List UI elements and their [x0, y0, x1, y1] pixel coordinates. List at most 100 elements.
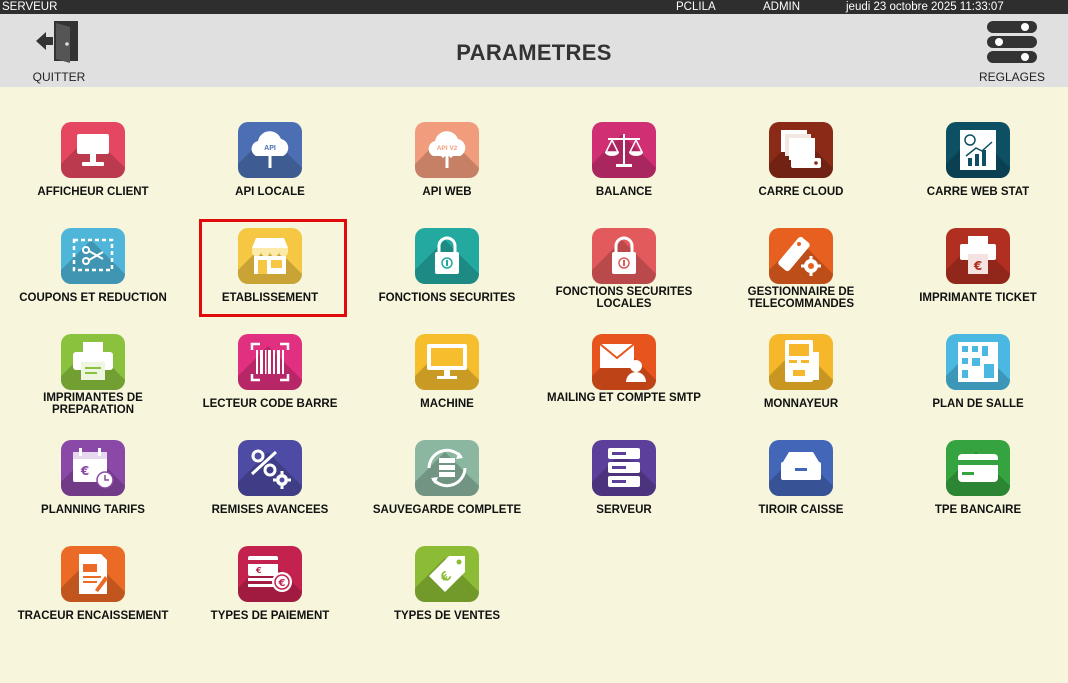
mail-user-icon: [592, 334, 656, 390]
tile-sauvegarde-complete[interactable]: SAUVEGARDE COMPLETE: [359, 436, 535, 540]
cash-machine-icon: [769, 334, 833, 390]
tile-imprimantes-de-preparation[interactable]: IMPRIMANTES DE PREPARATION: [5, 330, 181, 434]
price-tag-icon: €: [415, 546, 479, 602]
tile-monnayeur[interactable]: MONNAYEUR: [713, 330, 889, 434]
tile-label: AFFICHEUR CLIENT: [37, 186, 149, 198]
tile-plan-de-salle[interactable]: PLAN DE SALLE: [890, 330, 1066, 434]
svg-text:€: €: [255, 566, 262, 575]
tile-carre-cloud[interactable]: CARRE CLOUD: [713, 118, 889, 222]
tile-fonctions-securites[interactable]: FONCTIONS SECURITES: [359, 224, 535, 328]
tile-label: COUPONS ET REDUCTION: [19, 292, 167, 304]
tile-label: PLANNING TARIFS: [41, 504, 145, 516]
tile-etablissement[interactable]: ETABLISSEMENT: [182, 224, 358, 328]
tile-label: IMPRIMANTE TICKET: [919, 292, 1037, 304]
api-v2-badge: API V2: [437, 145, 458, 152]
tile-label: TYPES DE VENTES: [393, 610, 501, 622]
tile-balance[interactable]: BALANCE: [536, 118, 712, 222]
tile-mailing-et-compte-smtp[interactable]: MAILING ET COMPTE SMTP: [536, 330, 712, 434]
tile-serveur[interactable]: SERVEUR: [536, 436, 712, 540]
monitor-icon: [415, 334, 479, 390]
calendar-euro-icon: €: [61, 440, 125, 496]
tile-types-de-ventes[interactable]: € TYPES DE VENTES: [359, 542, 535, 646]
tile-lecteur-code-barre[interactable]: LECTEUR CODE BARRE: [182, 330, 358, 434]
tile-label: ETABLISSEMENT: [221, 292, 319, 304]
api-badge: API: [264, 145, 276, 152]
header-bar: QUITTER PARAMETRES REGLAGES: [0, 14, 1068, 87]
tile-label: FONCTIONS SECURITES LOCALES: [555, 286, 693, 310]
tile-label: SAUVEGARDE COMPLETE: [372, 504, 522, 516]
tile-label: LECTEUR CODE BARRE: [202, 398, 338, 410]
tile-coupons-et-reduction[interactable]: COUPONS ET REDUCTION: [5, 224, 181, 328]
web-stat-icon: [946, 122, 1010, 178]
tile-label: API LOCALE: [235, 186, 305, 198]
floor-plan-icon: [946, 334, 1010, 390]
tile-traceur-encaissement[interactable]: TRACEUR ENCAISSEMENT: [5, 542, 181, 646]
cash-drawer-icon: [769, 440, 833, 496]
cloud-upload-icon: API V2: [415, 122, 479, 178]
tile-label: IMPRIMANTES DE PREPARATION: [43, 392, 143, 416]
status-bar: SERVEUR PCLILA ADMIN jeudi 23 octobre 20…: [0, 0, 1068, 14]
date-time: jeudi 23 octobre 2025 11:33:07: [846, 1, 1004, 13]
svg-text:€: €: [973, 259, 982, 273]
receipt-tracker-icon: [61, 546, 125, 602]
tile-label: SERVEUR: [596, 504, 652, 516]
user-name: ADMIN: [763, 1, 801, 13]
customer-display-icon: [61, 122, 125, 178]
coupon-scissors-icon: [61, 228, 125, 284]
svg-text:€: €: [80, 464, 89, 478]
tile-fonctions-securites-locales[interactable]: FONCTIONS SECURITES LOCALES: [536, 224, 712, 328]
card-icon: [946, 440, 1010, 496]
cloud-upload-icon: API: [238, 122, 302, 178]
tile-label: PLAN DE SALLE: [932, 398, 1024, 410]
tile-label: MACHINE: [420, 398, 474, 410]
printer-icon: [61, 334, 125, 390]
tile-imprimante-ticket[interactable]: € IMPRIMANTE TICKET: [890, 224, 1066, 328]
quit-button[interactable]: QUITTER: [22, 14, 96, 87]
tile-label: BALANCE: [595, 186, 653, 198]
tile-label: CARRE CLOUD: [758, 186, 844, 198]
tile-tiroir-caisse[interactable]: TIROIR CAISSE: [713, 436, 889, 540]
tile-remises-avancees[interactable]: REMISES AVANCEES: [182, 436, 358, 540]
percent-gear-icon: [238, 440, 302, 496]
server-mode-text: SERVEUR: [2, 1, 58, 13]
tile-label: FONCTIONS SECURITES: [378, 292, 516, 304]
settings-button[interactable]: REGLAGES: [970, 14, 1054, 87]
svg-text:€: €: [278, 578, 286, 589]
padlock-icon: [415, 228, 479, 284]
server-stack-icon: [769, 122, 833, 178]
server-icon: [592, 440, 656, 496]
tile-api-locale[interactable]: API API LOCALE: [182, 118, 358, 222]
tile-label: MAILING ET COMPTE SMTP: [547, 392, 701, 404]
scale-icon: [592, 122, 656, 178]
backup-icon: [415, 440, 479, 496]
tile-label: TYPES DE PAIEMENT: [210, 610, 330, 622]
tile-types-de-paiement[interactable]: € € TYPES DE PAIEMENT: [182, 542, 358, 646]
tile-label: REMISES AVANCEES: [211, 504, 329, 516]
padlock-icon: [592, 228, 656, 284]
tile-afficheur-client[interactable]: AFFICHEUR CLIENT: [5, 118, 181, 222]
quit-label: QUITTER: [32, 70, 86, 84]
barcode-icon: [238, 334, 302, 390]
toggles-icon: [987, 21, 1037, 63]
tile-label: TIROIR CAISSE: [758, 504, 844, 516]
tile-api-web[interactable]: API V2 API WEB: [359, 118, 535, 222]
tile-gestionnaire-de-telecommandes[interactable]: GESTIONNAIRE DE TELECOMMANDES: [713, 224, 889, 328]
tile-carre-web-stat[interactable]: CARRE WEB STAT: [890, 118, 1066, 222]
tile-planning-tarifs[interactable]: € PLANNING TARIFS: [5, 436, 181, 540]
computer-name: PCLILA: [676, 1, 716, 13]
tile-label: TPE BANCAIRE: [934, 504, 1022, 516]
remote-control-icon: [769, 228, 833, 284]
ticket-printer-icon: €: [946, 228, 1010, 284]
page-title: PARAMETRES: [456, 40, 612, 65]
tile-label: API WEB: [422, 186, 472, 198]
tile-tpe-bancaire[interactable]: TPE BANCAIRE: [890, 436, 1066, 540]
tile-label: TRACEUR ENCAISSEMENT: [17, 610, 169, 622]
settings-label: REGLAGES: [978, 70, 1046, 84]
tile-label: GESTIONNAIRE DE TELECOMMANDES: [747, 286, 855, 310]
tile-label: CARRE WEB STAT: [926, 186, 1030, 198]
exit-door-icon: [36, 21, 78, 63]
tile-label: MONNAYEUR: [763, 398, 839, 410]
shop-icon: [238, 228, 302, 284]
payment-types-icon: € €: [238, 546, 302, 602]
tile-machine[interactable]: MACHINE: [359, 330, 535, 434]
